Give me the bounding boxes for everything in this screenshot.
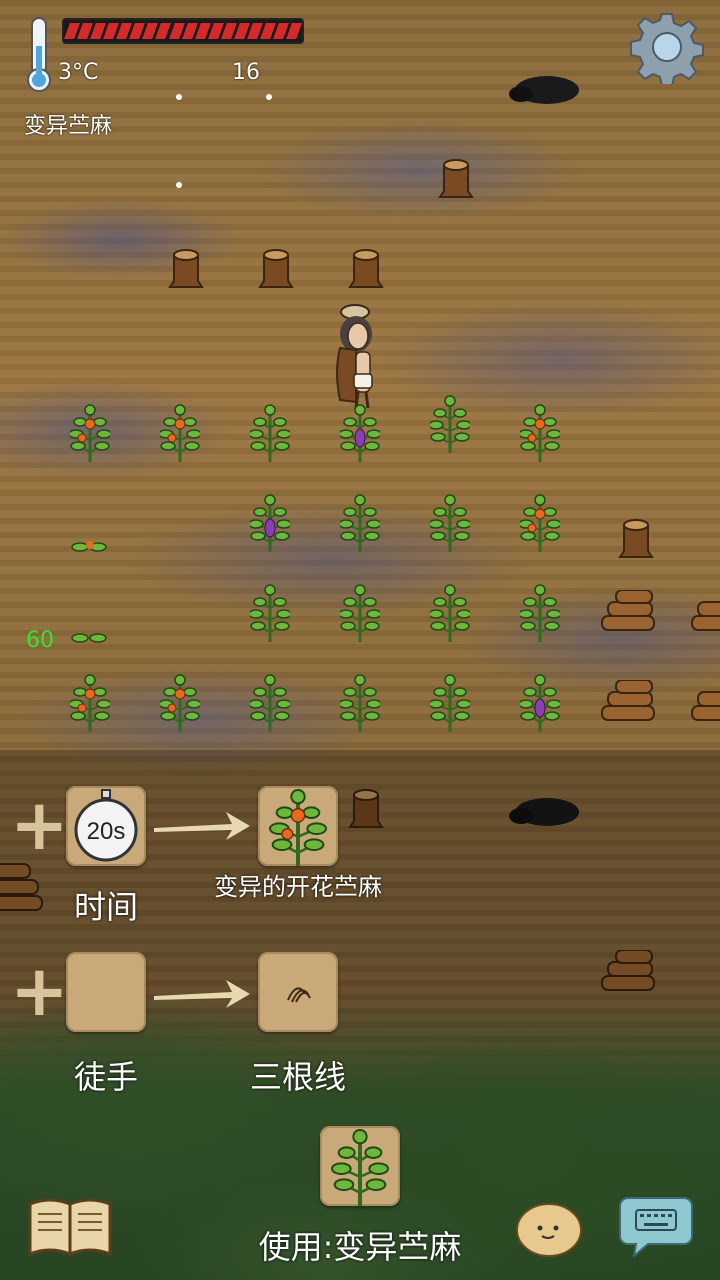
age-readout: 16 (232, 60, 260, 85)
ramie-plant[interactable] (430, 672, 470, 732)
marker-dot (176, 94, 182, 100)
ramie-plant[interactable] (430, 386, 470, 460)
tree-stump[interactable] (438, 155, 474, 199)
mutant-ramie[interactable] (520, 672, 560, 732)
tree-stump[interactable] (348, 245, 384, 289)
held-item-slot[interactable] (320, 1126, 400, 1208)
keyboard-chat-icon[interactable] (618, 1194, 694, 1258)
mutant-ramie-flowering[interactable] (520, 402, 560, 462)
ramie-plant[interactable] (430, 492, 470, 552)
recipe-result-tile[interactable] (258, 786, 338, 868)
seedling[interactable] (70, 535, 110, 559)
player-character[interactable] (330, 302, 380, 410)
recipe-tool-label: 徒手 (73, 1058, 138, 1096)
wild-animal[interactable] (505, 70, 585, 108)
mutant-ramie-icon (330, 1128, 390, 1208)
flowering-ramie-icon (268, 788, 328, 868)
recipe-tool-tile[interactable] (66, 952, 146, 1032)
marker-dot (176, 182, 182, 188)
tree-stump[interactable] (258, 245, 294, 289)
log-pile[interactable] (598, 590, 658, 638)
food-meter (62, 18, 304, 44)
recipe-book-icon[interactable] (26, 1196, 114, 1258)
recipe-result-label: 变异的开花苎麻 (214, 873, 382, 901)
ramie-plant[interactable] (340, 492, 380, 552)
recipe-tool-label: 时间 (73, 888, 138, 926)
stopwatch-icon: 20s (74, 789, 138, 862)
mutant-ramie-flowering[interactable] (160, 402, 200, 462)
ramie-plant[interactable] (250, 582, 290, 642)
settings-gear-icon[interactable] (630, 10, 704, 84)
log-pile[interactable] (688, 680, 720, 728)
mutant-ramie-flowering[interactable] (520, 492, 560, 552)
ramie-plant[interactable] (340, 582, 380, 642)
log-pile[interactable] (688, 590, 720, 638)
held-item-name: 变异苎麻 (24, 114, 113, 139)
ramie-plant[interactable] (250, 402, 290, 462)
plus-sign: + (10, 950, 69, 1032)
ramie-plant[interactable] (520, 582, 560, 642)
recipe-result-tile[interactable] (258, 952, 338, 1032)
thread-icon (287, 987, 311, 1003)
ramie-plant[interactable] (430, 582, 470, 642)
mutant-ramie[interactable] (250, 492, 290, 552)
mutant-ramie-flowering[interactable] (70, 402, 110, 462)
temperature-readout: 3°C (58, 60, 99, 85)
recipe-tool-tile[interactable]: 20s (66, 786, 146, 866)
seedling[interactable] (70, 626, 110, 650)
plus-sign: + (10, 784, 69, 866)
ramie-plant[interactable] (340, 672, 380, 732)
timer-text: 20s (87, 818, 126, 845)
arrow-icon (154, 980, 250, 1008)
tree-stump[interactable] (168, 245, 204, 289)
use-item-label: 使用:变异苎麻 (258, 1228, 462, 1266)
log-pile[interactable] (598, 680, 658, 728)
mutant-ramie-flowering[interactable] (160, 672, 200, 732)
status-number: 60 (26, 628, 54, 653)
thermometer-icon (27, 17, 51, 92)
tree-stump[interactable] (618, 515, 654, 559)
emote-potato-icon[interactable] (514, 1200, 584, 1258)
mutant-ramie[interactable] (340, 402, 380, 462)
mutant-ramie-flowering[interactable] (70, 672, 110, 732)
recipe-result-label: 三根线 (249, 1058, 346, 1096)
ramie-plant[interactable] (250, 672, 290, 732)
arrow-icon (154, 812, 250, 840)
marker-dot (266, 94, 272, 100)
